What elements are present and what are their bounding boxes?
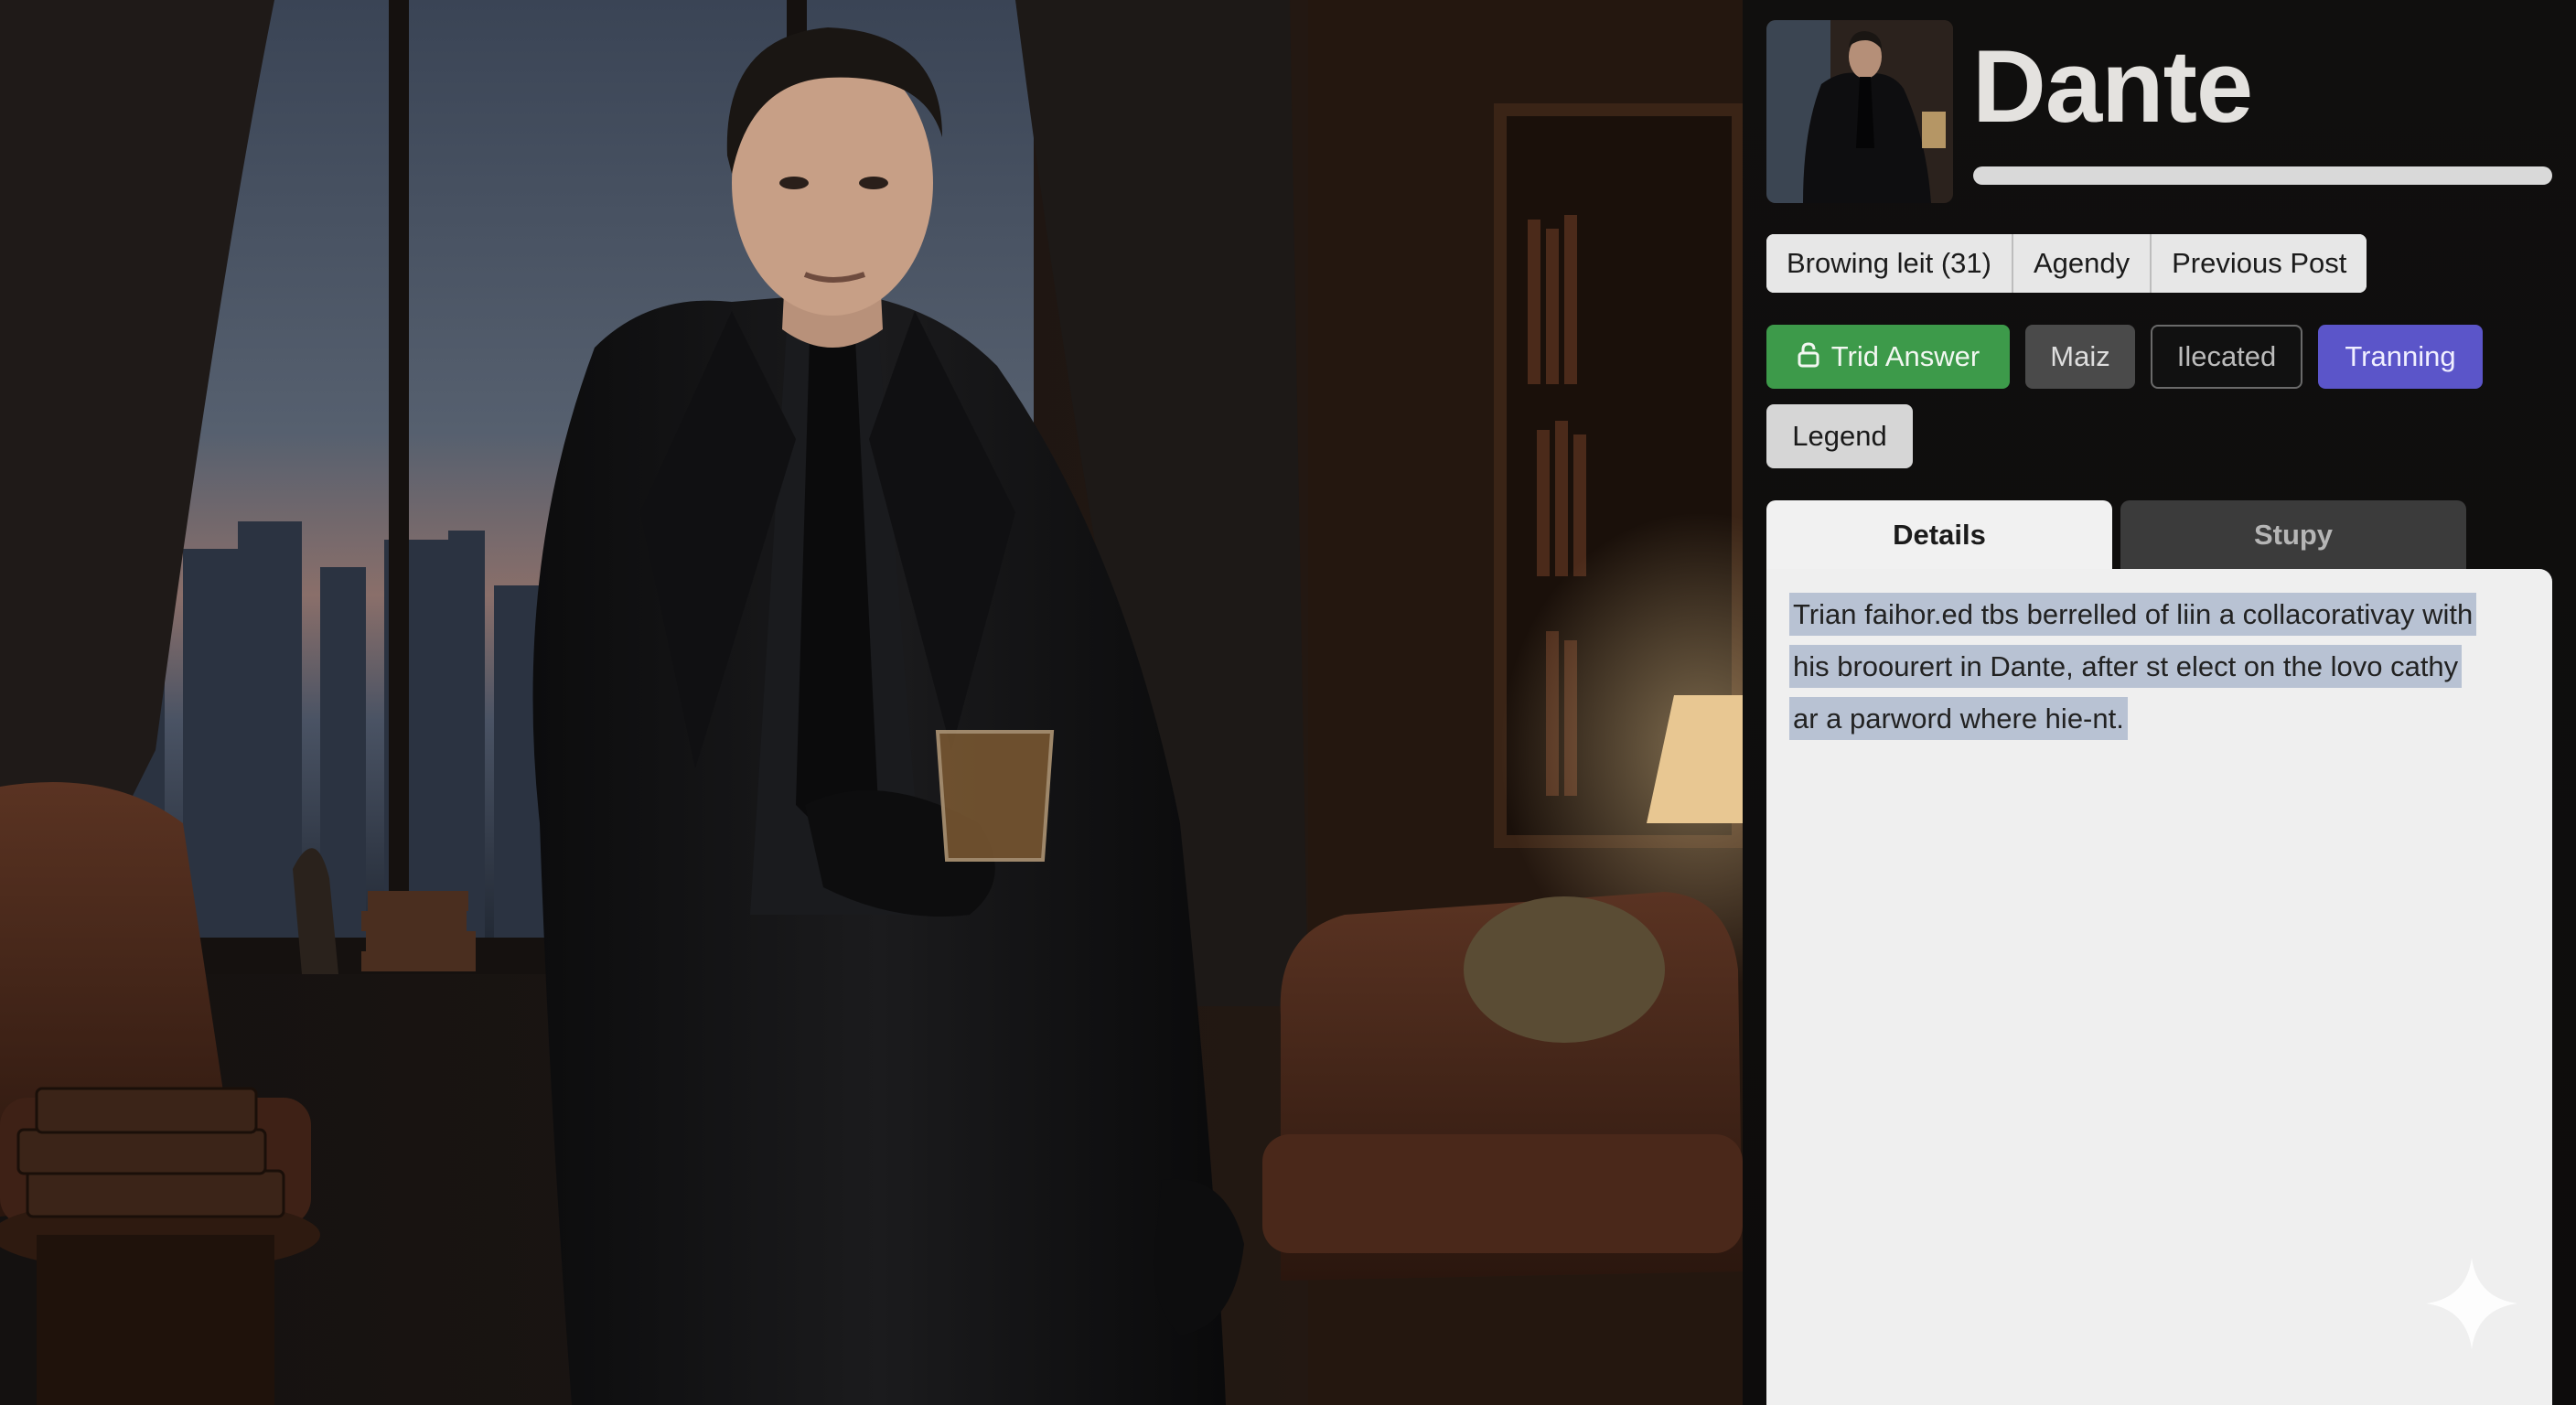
ilecated-button[interactable]: Ilecated xyxy=(2151,325,2302,389)
trid-answer-button[interactable]: Trid Answer xyxy=(1766,325,2010,389)
character-avatar[interactable] xyxy=(1766,20,1953,203)
name-underline-bar xyxy=(1973,166,2552,185)
sparkle-icon xyxy=(2426,1258,2517,1354)
legend-button[interactable]: Legend xyxy=(1766,404,1913,468)
details-text[interactable]: Trian faihor.ed tbs berrelled of liin a … xyxy=(1789,588,2485,745)
whiskey-glass xyxy=(935,730,1055,862)
scene-illustration xyxy=(0,0,1743,1405)
tranning-button[interactable]: Tranning xyxy=(2318,325,2483,389)
character-portrait-scene xyxy=(0,0,1743,1405)
avatar-image xyxy=(1766,20,1953,203)
tab-study[interactable]: Stupy xyxy=(2120,500,2466,570)
maiz-button[interactable]: Maiz xyxy=(2025,325,2135,389)
details-text-selection: Trian faihor.ed tbs berrelled of liin a … xyxy=(1789,593,2477,740)
post-navigation: Browing leit (31) Agendy Previous Post xyxy=(1766,234,2367,293)
tab-details[interactable]: Details xyxy=(1766,500,2112,570)
book-stack xyxy=(16,1087,285,1218)
character-name: Dante xyxy=(1972,29,2253,144)
segment-agenda[interactable]: Agendy xyxy=(2012,234,2152,293)
segment-previous-post[interactable]: Previous Post xyxy=(2152,234,2367,293)
lock-icon xyxy=(1797,327,1820,391)
trid-answer-label: Trid Answer xyxy=(1830,340,1980,372)
segment-browsing-list[interactable]: Browing leit (31) xyxy=(1766,234,2013,293)
